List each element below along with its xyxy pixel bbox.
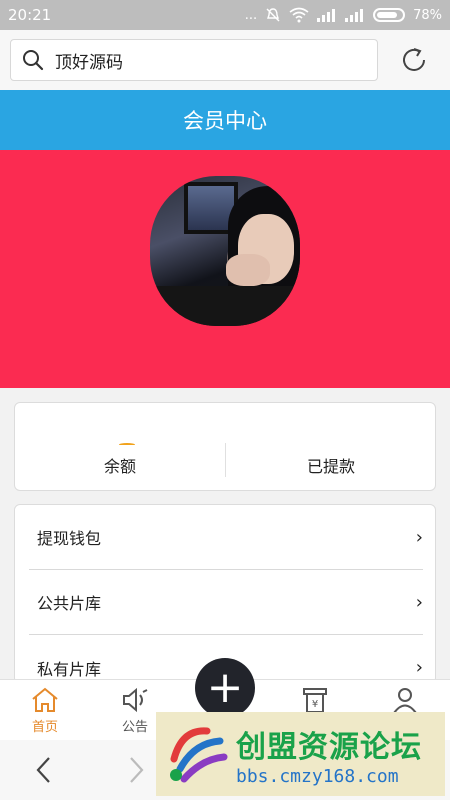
tab-label: 首页 <box>31 720 58 735</box>
chevron-right-icon <box>130 757 144 783</box>
menu-item-public-library[interactable]: 公共片库 › <box>29 570 423 635</box>
battery-icon <box>373 8 406 22</box>
home-icon <box>32 687 58 712</box>
status-bar: 20:21 ... 78% <box>0 0 450 30</box>
plus-icon: + <box>206 662 244 713</box>
add-button[interactable]: + <box>195 658 255 718</box>
user-icon <box>393 688 417 714</box>
balance-label: 余额 <box>103 457 136 476</box>
chevron-left-icon <box>36 757 50 783</box>
withdrawn-label: 已提款 <box>306 457 355 476</box>
battery-percent: 78% <box>413 7 442 23</box>
watermark-title: 创盟资源论坛 <box>236 729 422 765</box>
menu-item-label: 私有片库 <box>37 659 102 679</box>
wifi-icon <box>289 7 309 23</box>
page-title: 会员中心 <box>183 109 267 133</box>
watermark-url: bbs.cmzy168.com <box>236 765 399 787</box>
tab-home[interactable]: 首页 <box>0 680 90 741</box>
withdrawn-column[interactable]: 已提款 <box>226 403 436 492</box>
page-title-bar: 会员中心 <box>0 90 450 150</box>
svg-text:¥: ¥ <box>312 699 318 710</box>
chevron-right-icon: › <box>415 526 423 548</box>
speaker-icon <box>123 687 148 713</box>
status-icons: ... 78% <box>245 7 442 23</box>
search-query: 顶好源码 <box>55 52 123 73</box>
balance-value-mark <box>119 443 135 446</box>
chevron-right-icon: › <box>415 591 423 613</box>
chevron-right-icon: › <box>415 657 423 678</box>
tab-label: 公告 <box>121 720 148 735</box>
search-bar: 顶好源码 <box>0 30 450 90</box>
search-icon <box>11 49 55 71</box>
balance-card: 余额 已提款 <box>14 402 436 491</box>
profile-hero <box>0 150 450 388</box>
menu-item-wallet[interactable]: 提现钱包 › <box>29 505 423 570</box>
avatar[interactable] <box>150 176 300 326</box>
receipt-icon: ¥ <box>303 688 327 713</box>
balance-column[interactable]: 余额 <box>15 403 225 492</box>
search-input[interactable]: 顶好源码 <box>10 39 378 81</box>
status-time: 20:21 <box>8 6 52 24</box>
watermark: 创盟资源论坛 bbs.cmzy168.com <box>156 712 445 796</box>
signal-icon-2 <box>345 9 364 22</box>
menu-card: 提现钱包 › 公共片库 › 私有片库 › <box>14 504 436 684</box>
back-button[interactable] <box>28 754 60 786</box>
status-dots: ... <box>244 7 258 23</box>
refresh-icon <box>403 48 425 71</box>
menu-item-label: 提现钱包 <box>37 529 102 548</box>
menu-item-label: 公共片库 <box>37 594 102 613</box>
watermark-logo <box>170 727 228 783</box>
refresh-button[interactable] <box>398 44 430 76</box>
mute-icon <box>266 8 280 22</box>
forward-button[interactable] <box>120 754 152 786</box>
signal-icon <box>317 9 336 22</box>
